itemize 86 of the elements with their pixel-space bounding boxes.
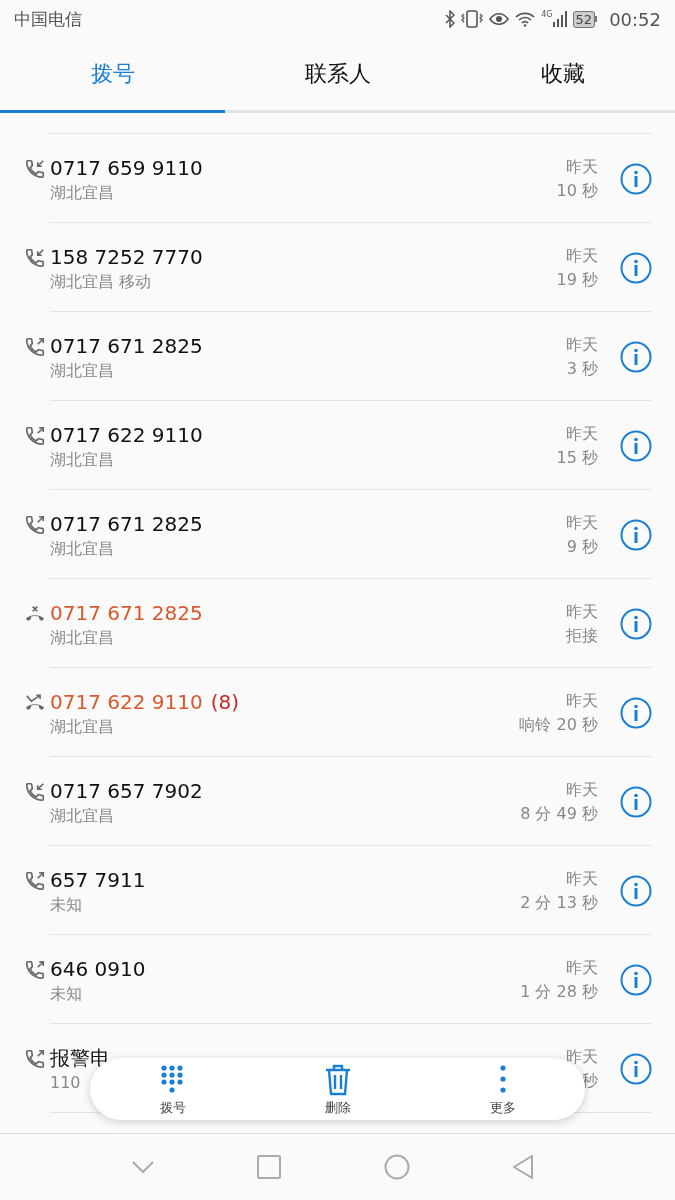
call-location: 湖北宜昌 — [50, 182, 114, 204]
call-location: 湖北宜昌 — [50, 627, 114, 649]
trash-icon — [323, 1064, 352, 1096]
info-icon[interactable] — [620, 519, 652, 551]
call-date: 昨天 — [566, 334, 598, 356]
phone-number: 158 7252 7770 — [50, 245, 203, 269]
phone-number: 0717 671 2825 — [50, 512, 203, 536]
call-duration: 8 分 49 秒 — [520, 803, 598, 825]
call-location: 湖北宜昌 — [50, 449, 114, 471]
call-duration: 3 秒 — [566, 358, 598, 380]
call-date: 昨天 — [566, 1046, 598, 1068]
call-location: 湖北宜昌 移动 — [50, 271, 152, 293]
clock-time: 00:52 — [609, 8, 661, 30]
outgoing-call-icon — [24, 959, 46, 981]
tab[interactable]: 联系人 — [300, 55, 375, 93]
phone-number: 0717 659 9110 — [50, 156, 203, 180]
info-icon[interactable] — [620, 697, 652, 729]
incoming-call-icon — [24, 158, 46, 180]
outgoing-call-icon — [24, 425, 46, 447]
call-location: 未知 — [50, 983, 82, 1005]
call-date: 昨天 — [566, 601, 598, 623]
incoming-call-icon — [24, 781, 46, 803]
dialpad-button[interactable]: 拨号 — [112, 1058, 233, 1120]
more-icon — [498, 1064, 507, 1096]
circle-icon[interactable] — [383, 1154, 410, 1180]
phone-number: 657 7911 — [50, 868, 146, 892]
phone-number: 0717 622 9110 — [50, 423, 203, 447]
carrier-name: 中国电信 — [14, 7, 82, 31]
call-date: 昨天 — [565, 423, 598, 445]
bluetooth-icon — [445, 10, 456, 28]
phone-number: 0717 671 2825 — [50, 334, 203, 358]
eye-icon — [489, 12, 510, 26]
phone-number: 0717 671 2825 — [50, 601, 203, 625]
call-duration: 2 分 13 秒 — [520, 892, 598, 914]
more-button[interactable]: 更多 — [442, 1058, 563, 1120]
call-count: (8) — [210, 690, 240, 714]
network-type: 4G — [541, 11, 553, 19]
tab[interactable]: 拨号 — [86, 55, 139, 93]
outgoing-call-icon — [24, 1048, 46, 1070]
call-duration: 秒 — [581, 1070, 598, 1092]
delete-button[interactable]: 删除 — [277, 1058, 398, 1120]
chevron-down-icon[interactable] — [131, 1160, 156, 1174]
phone-number: 0717 657 7902 — [50, 779, 203, 803]
tab[interactable]: 收藏 — [536, 55, 589, 93]
call-date: 昨天 — [565, 779, 598, 801]
call-location: 110 — [50, 1072, 81, 1094]
info-icon[interactable] — [620, 964, 652, 996]
call-duration: 19 秒 — [556, 269, 598, 291]
outgoing-call-icon — [24, 336, 46, 358]
call-duration: 响铃 20 秒 — [519, 714, 598, 736]
battery-level: 52 — [572, 10, 596, 28]
call-duration: 10 秒 — [556, 180, 598, 202]
call-duration: 15 秒 — [556, 447, 598, 469]
back-triangle-icon[interactable] — [511, 1154, 534, 1180]
wifi-icon — [515, 11, 536, 27]
info-icon[interactable] — [620, 875, 652, 907]
incoming-call-icon — [24, 247, 46, 269]
vibrate-icon — [461, 10, 484, 28]
info-icon[interactable] — [620, 341, 652, 373]
info-icon[interactable] — [620, 1053, 652, 1085]
info-icon[interactable] — [620, 163, 652, 195]
call-date: 昨天 — [565, 690, 598, 712]
info-icon[interactable] — [620, 252, 652, 284]
call-location: 湖北宜昌 — [50, 538, 114, 560]
call-date: 昨天 — [565, 245, 598, 267]
call-duration: 9 秒 — [566, 536, 598, 558]
square-icon[interactable] — [257, 1155, 282, 1179]
outgoing-call-icon — [24, 870, 46, 892]
outgoing-call-icon — [24, 514, 46, 536]
call-date: 昨天 — [565, 868, 598, 890]
info-icon[interactable] — [620, 786, 652, 818]
signal-icon — [552, 11, 567, 27]
call-location: 湖北宜昌 — [50, 360, 114, 382]
call-date: 昨天 — [565, 957, 598, 979]
call-duration: 拒接 — [566, 625, 598, 647]
dialpad-icon — [159, 1064, 186, 1096]
call-location: 湖北宜昌 — [50, 716, 114, 738]
call-location: 未知 — [50, 894, 82, 916]
call-duration: 1 分 28 秒 — [520, 981, 598, 1003]
call-date: 昨天 — [566, 512, 598, 534]
call-date: 昨天 — [565, 156, 598, 178]
call-location: 湖北宜昌 — [50, 805, 114, 827]
info-icon[interactable] — [620, 430, 652, 462]
phone-number: 646 0910 — [50, 957, 146, 981]
phone-number: 0717 622 9110 — [50, 690, 203, 714]
info-icon[interactable] — [620, 608, 652, 640]
